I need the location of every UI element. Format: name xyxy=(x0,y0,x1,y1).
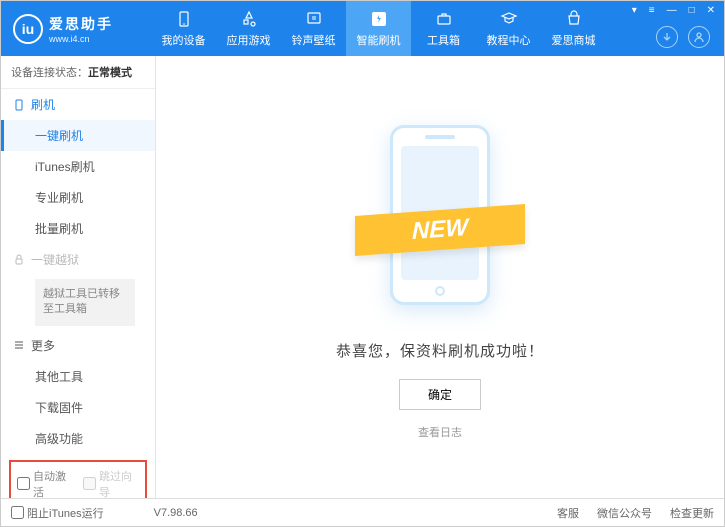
top-nav: 我的设备 应用游戏 铃声壁纸 智能刷机 工具箱 教程中心 爱思商城 xyxy=(151,1,606,56)
ok-button[interactable]: 确定 xyxy=(399,379,481,410)
phone-small-icon xyxy=(13,99,25,111)
tutorial-icon xyxy=(499,9,519,29)
lock-icon xyxy=(13,254,25,266)
store-icon xyxy=(564,9,584,29)
download-button[interactable] xyxy=(656,26,678,48)
nav-apps[interactable]: 应用游戏 xyxy=(216,1,281,56)
apps-icon xyxy=(239,9,259,29)
options-icon[interactable]: ≡ xyxy=(646,5,658,16)
sb-update[interactable]: 检查更新 xyxy=(670,505,714,521)
logo-area: iu 爱思助手 www.i4.cn xyxy=(1,14,151,44)
nav-smart-flash[interactable]: 智能刷机 xyxy=(346,1,411,56)
window-controls: ▾ ≡ — □ ✕ xyxy=(629,5,718,16)
app-url: www.i4.cn xyxy=(49,34,113,44)
sidebar-item-advanced[interactable]: 高级功能 xyxy=(1,423,155,454)
sidebar: 设备连接状态：正常模式 刷机 一键刷机 iTunes刷机 专业刷机 批量刷机 一… xyxy=(1,56,156,498)
minimize-icon[interactable]: — xyxy=(664,5,680,16)
ringtone-icon xyxy=(304,9,324,29)
version-text: V7.98.66 xyxy=(154,507,198,519)
nav-ringtone[interactable]: 铃声壁纸 xyxy=(281,1,346,56)
success-message: 恭喜您，保资料刷机成功啦！ xyxy=(336,340,544,361)
status-bar: 阻止iTunes运行 V7.98.66 客服 微信公众号 检查更新 xyxy=(1,498,724,526)
success-illustration: NEW xyxy=(365,115,515,315)
title-bar: iu 爱思助手 www.i4.cn 我的设备 应用游戏 铃声壁纸 智能刷机 工具… xyxy=(1,1,724,56)
app-window: iu 爱思助手 www.i4.cn 我的设备 应用游戏 铃声壁纸 智能刷机 工具… xyxy=(0,0,725,527)
nav-store[interactable]: 爱思商城 xyxy=(541,1,606,56)
jailbreak-note: 越狱工具已转移至工具箱 xyxy=(35,279,135,326)
sidebar-item-batch[interactable]: 批量刷机 xyxy=(1,213,155,244)
cb-block-itunes[interactable]: 阻止iTunes运行 xyxy=(11,505,104,521)
main-content: NEW 恭喜您，保资料刷机成功啦！ 确定 查看日志 xyxy=(156,56,724,498)
user-button[interactable] xyxy=(688,26,710,48)
sidebar-item-itunes[interactable]: iTunes刷机 xyxy=(1,151,155,182)
cb-auto-activate[interactable]: 自动激活 xyxy=(17,468,73,498)
flash-icon xyxy=(369,9,389,29)
sidebar-item-othertools[interactable]: 其他工具 xyxy=(1,361,155,392)
close-icon[interactable]: ✕ xyxy=(704,5,718,16)
menu-icon[interactable]: ▾ xyxy=(629,5,640,16)
nav-toolbox[interactable]: 工具箱 xyxy=(411,1,476,56)
toolbox-icon xyxy=(434,9,454,29)
sb-service[interactable]: 客服 xyxy=(557,505,579,521)
nav-tutorial[interactable]: 教程中心 xyxy=(476,1,541,56)
logo-icon: iu xyxy=(13,14,43,44)
device-icon xyxy=(174,9,194,29)
app-name: 爱思助手 xyxy=(49,14,113,34)
nav-my-devices[interactable]: 我的设备 xyxy=(151,1,216,56)
section-more[interactable]: 更多 xyxy=(1,330,155,361)
sb-wechat[interactable]: 微信公众号 xyxy=(597,505,652,521)
sidebar-item-oneclick[interactable]: 一键刷机 xyxy=(1,120,155,151)
cb-skip-guide[interactable]: 跳过向导 xyxy=(83,468,139,498)
sidebar-item-firmware[interactable]: 下载固件 xyxy=(1,392,155,423)
list-icon xyxy=(13,339,25,351)
maximize-icon[interactable]: □ xyxy=(686,5,698,16)
highlighted-options: 自动激活 跳过向导 xyxy=(9,460,147,498)
connection-status: 设备连接状态：正常模式 xyxy=(1,56,155,89)
section-jailbreak: 一键越狱 xyxy=(1,244,155,275)
new-banner: NEW xyxy=(355,204,525,256)
view-log-link[interactable]: 查看日志 xyxy=(418,424,462,440)
section-flash[interactable]: 刷机 xyxy=(1,89,155,120)
sidebar-item-pro[interactable]: 专业刷机 xyxy=(1,182,155,213)
